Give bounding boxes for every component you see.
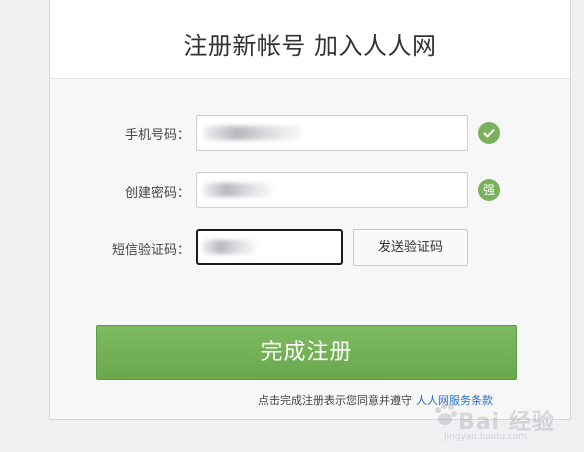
redacted-password-value (203, 183, 273, 197)
watermark-sub: jingyan.baidu.com (444, 432, 528, 442)
check-icon (478, 122, 500, 144)
registration-card: 注册新帐号 加入人人网 手机号码： 创建密码： 强 短信验证码： 发送验证码 完… (49, 0, 571, 420)
password-input[interactable] (196, 172, 468, 208)
sms-code-label: 短信验证码： (111, 243, 190, 258)
submit-button[interactable]: 完成注册 (96, 325, 517, 380)
send-code-button[interactable]: 发送验证码 (353, 229, 468, 266)
redacted-phone-value (203, 126, 303, 140)
page-title: 注册新帐号 加入人人网 (183, 32, 437, 60)
sms-code-input[interactable] (196, 229, 343, 265)
terms-link[interactable]: 人人网服务条款 (416, 394, 493, 407)
card-header: 注册新帐号 加入人人网 (50, 0, 570, 79)
password-strength-badge: 强 (478, 179, 500, 201)
phone-label: 手机号码： (124, 128, 190, 143)
password-label: 创建密码： (124, 186, 190, 201)
agreement-text: 点击完成注册表示您同意并遵守 人人网服务条款 (258, 392, 493, 408)
redacted-sms-value (202, 240, 257, 254)
phone-input[interactable] (196, 115, 468, 151)
agreement-label: 点击完成注册表示您同意并遵守 (258, 394, 412, 407)
